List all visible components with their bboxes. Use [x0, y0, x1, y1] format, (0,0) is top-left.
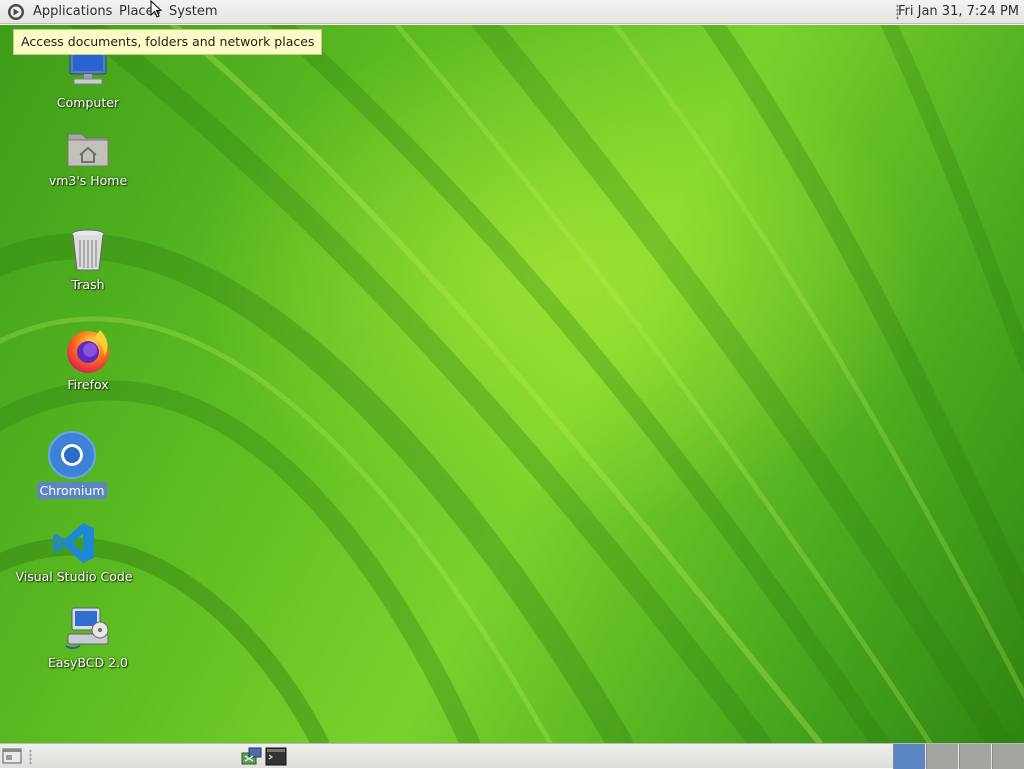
desktop-wallpaper[interactable]	[0, 25, 1024, 743]
desktop-icon-easybcd[interactable]: EasyBCD 2.0	[23, 606, 153, 671]
desktop-icon-label: Trash	[71, 277, 105, 292]
desktop-icon-label: Computer	[56, 95, 120, 110]
system-menu[interactable]: System	[169, 4, 217, 19]
firefox-icon	[67, 330, 109, 373]
workspace-1[interactable]	[893, 744, 925, 769]
panel-handle[interactable]	[29, 749, 32, 764]
bottom-panel	[0, 743, 1024, 769]
desktop-icon-vscode[interactable]: Visual Studio Code	[9, 520, 139, 585]
leaf-veins	[0, 25, 1024, 743]
desktop-icon-chromium[interactable]: Chromium	[7, 430, 137, 499]
distro-logo-icon[interactable]	[7, 3, 25, 21]
desktop-icon-label: Firefox	[67, 377, 109, 392]
desktop-icon-trash[interactable]: Trash	[23, 226, 153, 293]
desktop-icon-firefox[interactable]: Firefox	[23, 326, 153, 393]
chromium-icon	[48, 431, 96, 479]
desktop-icon-computer[interactable]: Computer	[23, 48, 153, 111]
desktop-icon-home[interactable]: vm3's Home	[23, 128, 153, 189]
workspace-2[interactable]	[926, 744, 958, 769]
desktop-icon-label: Chromium	[36, 482, 108, 499]
home-folder-icon	[67, 133, 109, 167]
mouse-cursor-icon	[150, 0, 162, 18]
terminal-icon[interactable]	[265, 747, 287, 766]
trash-icon	[71, 229, 105, 271]
desktop-icon-label: Visual Studio Code	[15, 569, 133, 584]
applications-menu[interactable]: Applications	[33, 4, 112, 19]
desktop-icon-label: vm3's Home	[48, 173, 128, 188]
easybcd-icon	[65, 607, 109, 649]
vscode-icon	[53, 523, 94, 563]
show-desktop-icon[interactable]	[2, 748, 22, 764]
workspace-3[interactable]	[959, 744, 991, 769]
network-icon[interactable]	[241, 747, 263, 766]
workspace-4[interactable]	[992, 744, 1024, 769]
clock[interactable]: Fri Jan 31, 7:24 PM	[898, 4, 1019, 19]
places-tooltip: Access documents, folders and network pl…	[13, 29, 323, 55]
desktop-icon-label: EasyBCD 2.0	[47, 655, 129, 670]
